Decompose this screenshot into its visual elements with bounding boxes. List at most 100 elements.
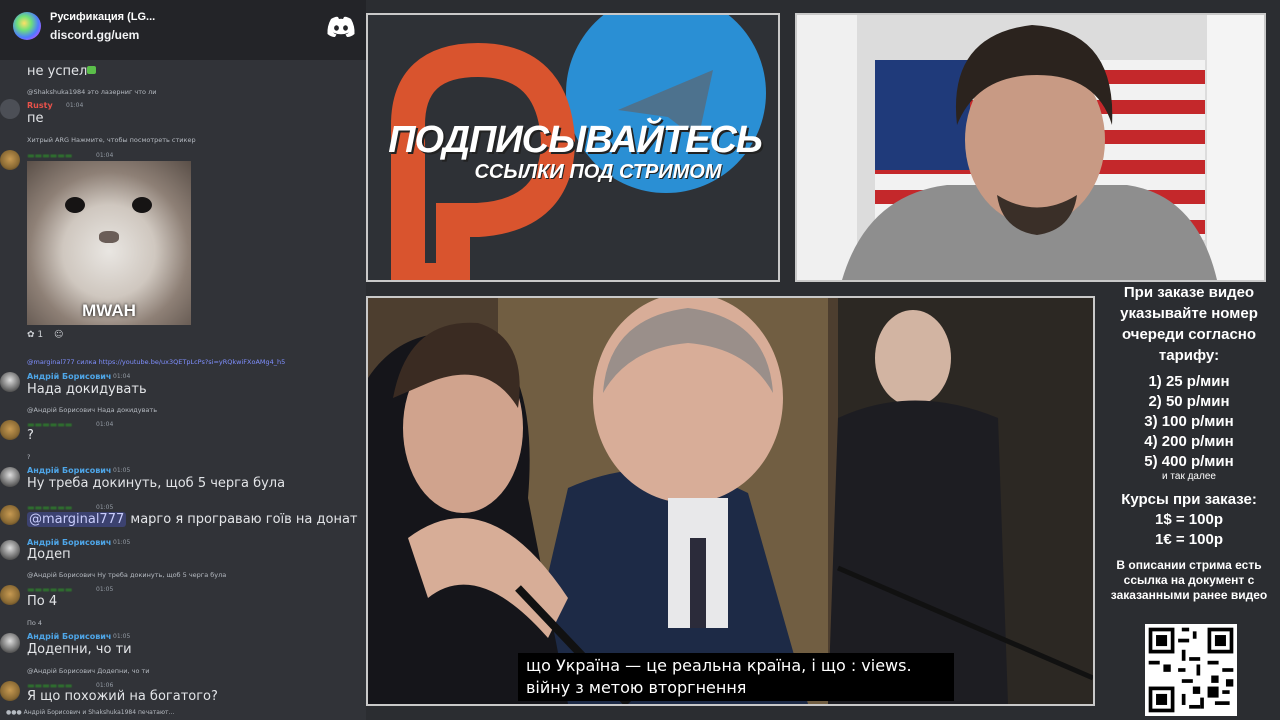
qr-code-icon[interactable] (1145, 624, 1237, 716)
banner-subtitle: ССЫЛКИ ПОД СТРИМОМ (474, 161, 722, 183)
avatar[interactable] (0, 585, 20, 605)
avatar[interactable] (0, 540, 20, 560)
reaction-count: 1 (37, 330, 44, 340)
list-item: @Shakshuka1984 это лазерниг что ли Rusty… (0, 87, 366, 127)
emoji-icon (87, 66, 96, 74)
message-text: Я що похожий на богатого? (27, 689, 218, 704)
message-text: Нада докидувать (27, 382, 147, 397)
order-info-panel: При заказе видео указывайте номер очеред… (1098, 282, 1280, 603)
timestamp: 01:04 (66, 102, 84, 109)
avatar[interactable] (0, 681, 20, 701)
avatar[interactable] (0, 150, 20, 170)
server-name: Русификация (LG... (50, 11, 156, 23)
subtitle-line: що Україна — це реальна країна, і що : v… (526, 656, 912, 675)
tier-3: 3) 100 р/мин (1144, 413, 1234, 430)
avatar[interactable] (0, 505, 20, 525)
rate-usd: 1$ = 100р (1155, 511, 1223, 528)
video-scene (368, 298, 1093, 704)
user-mention[interactable]: @marginal777 (27, 512, 127, 527)
video-subtitle: що Україна — це реальна країна, і що : v… (518, 653, 954, 701)
list-item: @Андрій Борисович Нада докидувать ▬▬▬▬▬▬… (0, 406, 366, 446)
rates-heading: Курсы при заказе: (1121, 491, 1257, 508)
timestamp: 01:05 (96, 586, 114, 593)
reply-preview[interactable]: Хитрый ARG Нажмите, чтобы посмотреть сти… (27, 136, 196, 144)
message-list: не успел @Shakshuka1984 это лазерниг что… (0, 60, 366, 710)
timestamp: 01:04 (96, 421, 114, 428)
username-blurred[interactable]: ▬▬▬▬▬▬ (27, 151, 72, 160)
message-text: Додепни, чо ти (27, 642, 132, 657)
tier-4: 4) 200 р/мин (1144, 433, 1234, 450)
list-item: @Андрій Борисович Додепни, чо ти ▬▬▬▬▬▬ … (0, 667, 366, 709)
discord-header: Русификация (LG... discord.gg/uem (0, 0, 366, 60)
server-avatar (13, 12, 41, 40)
timestamp: 01:05 (113, 539, 131, 546)
banner-title: ПОДПИСЫВАЙТЕСЬ (388, 119, 763, 161)
reply-preview[interactable]: По 4 (27, 619, 42, 627)
username[interactable]: Rusty (27, 101, 53, 110)
avatar[interactable] (0, 467, 20, 487)
cat-nose (99, 231, 119, 243)
reply-preview[interactable]: ? (27, 453, 30, 461)
reaction-bar[interactable]: ✿ 1 ☺ (27, 330, 63, 340)
username[interactable]: Андрій Борисович (27, 632, 111, 641)
tier-1: 1) 25 р/мин (1148, 373, 1230, 390)
discord-icon (327, 16, 355, 37)
timestamp: 01:06 (96, 682, 114, 689)
list-item: @Андрій Борисович Ну треба докинуть, щоб… (0, 571, 366, 611)
reply-preview[interactable]: @Shakshuka1984 это лазерниг что ли (27, 88, 156, 96)
typing-dots-icon: ●●● (6, 709, 24, 716)
reply-preview[interactable]: @Андрій Борисович Ну треба докинуть, щоб… (27, 571, 226, 579)
timestamp: 01:05 (96, 504, 114, 511)
server-invite[interactable]: discord.gg/uem (50, 28, 139, 42)
subtitle-line: війну з метою вторгнення (526, 678, 747, 697)
message-text: пе (27, 111, 44, 126)
avatar[interactable] (0, 372, 20, 392)
message-text: По 4 (27, 594, 58, 609)
sticker-caption: MWAH (82, 301, 136, 320)
reply-preview[interactable]: @Андрій Борисович Додепни, чо ти (27, 667, 150, 675)
username[interactable]: Андрій Борисович (27, 372, 111, 381)
list-item: @marginal777 силка https://youtube.be/ux… (0, 358, 366, 398)
order-heading: При заказе видео указывайте номер очеред… (1120, 284, 1258, 364)
list-item: не успел (0, 60, 366, 82)
tiers-etc: и так далее (1162, 471, 1216, 482)
reply-preview[interactable]: @Андрій Борисович Нада докидувать (27, 406, 157, 414)
avatar[interactable] (0, 99, 20, 119)
timestamp: 01:04 (113, 373, 131, 380)
list-item: Андрій Борисович 01:05 Додеп (0, 536, 366, 566)
add-reaction-icon[interactable]: ☺ (54, 330, 63, 340)
webcam-feed (795, 13, 1266, 282)
cat-eye (65, 197, 85, 213)
username-blurred[interactable]: ▬▬▬▬▬▬ (27, 585, 72, 594)
message-text: Ну треба докинуть, щоб 5 черга була (27, 476, 286, 491)
discord-chat-overlay: Русификация (LG... discord.gg/uem не усп… (0, 0, 366, 720)
webcam-scene (797, 15, 1264, 280)
description-note: В описании стрима есть ссылка на докумен… (1110, 558, 1268, 602)
avatar[interactable] (0, 633, 20, 653)
main-video: що Україна — це реальна країна, і що : v… (366, 296, 1095, 706)
avatar[interactable] (0, 420, 20, 440)
tier-5: 5) 400 р/мин (1144, 453, 1234, 470)
rate-eur: 1€ = 100р (1155, 531, 1223, 548)
message-text: @marginal777 марго я програваю гоїв на д… (27, 512, 358, 527)
timestamp: 01:05 (113, 633, 131, 640)
message-text: не успел (27, 64, 88, 79)
username-blurred[interactable]: ▬▬▬▬▬▬ (27, 503, 72, 512)
sticker-image[interactable]: MWAH (27, 161, 191, 325)
timestamp: 01:05 (113, 467, 131, 474)
cat-eye (132, 197, 152, 213)
reply-preview[interactable]: @marginal777 силка https://youtube.be/ux… (27, 358, 285, 366)
subscribe-banner: ПОДПИСЫВАЙТЕСЬ ССЫЛКИ ПОД СТРИМОМ (366, 13, 780, 282)
message-text: ? (27, 428, 34, 443)
reaction-icon[interactable]: ✿ (27, 330, 37, 340)
message-text: Додеп (27, 547, 71, 562)
list-item: По 4 Андрій Борисович 01:05 Додепни, чо … (0, 619, 366, 659)
list-item: ? Андрій Борисович 01:05 Ну треба докину… (0, 453, 366, 493)
list-item: ▬▬▬▬▬▬ 01:05 @marginal777 марго я програ… (0, 501, 366, 533)
timestamp: 01:04 (96, 152, 114, 159)
typing-text: Андрій Борисович и Shakshuka1984 печатаю… (23, 709, 175, 716)
tier-2: 2) 50 р/мин (1148, 393, 1230, 410)
username[interactable]: Андрій Борисович (27, 538, 111, 547)
username[interactable]: Андрій Борисович (27, 466, 111, 475)
list-item: Хитрый ARG Нажмите, чтобы посмотреть сти… (0, 136, 366, 346)
